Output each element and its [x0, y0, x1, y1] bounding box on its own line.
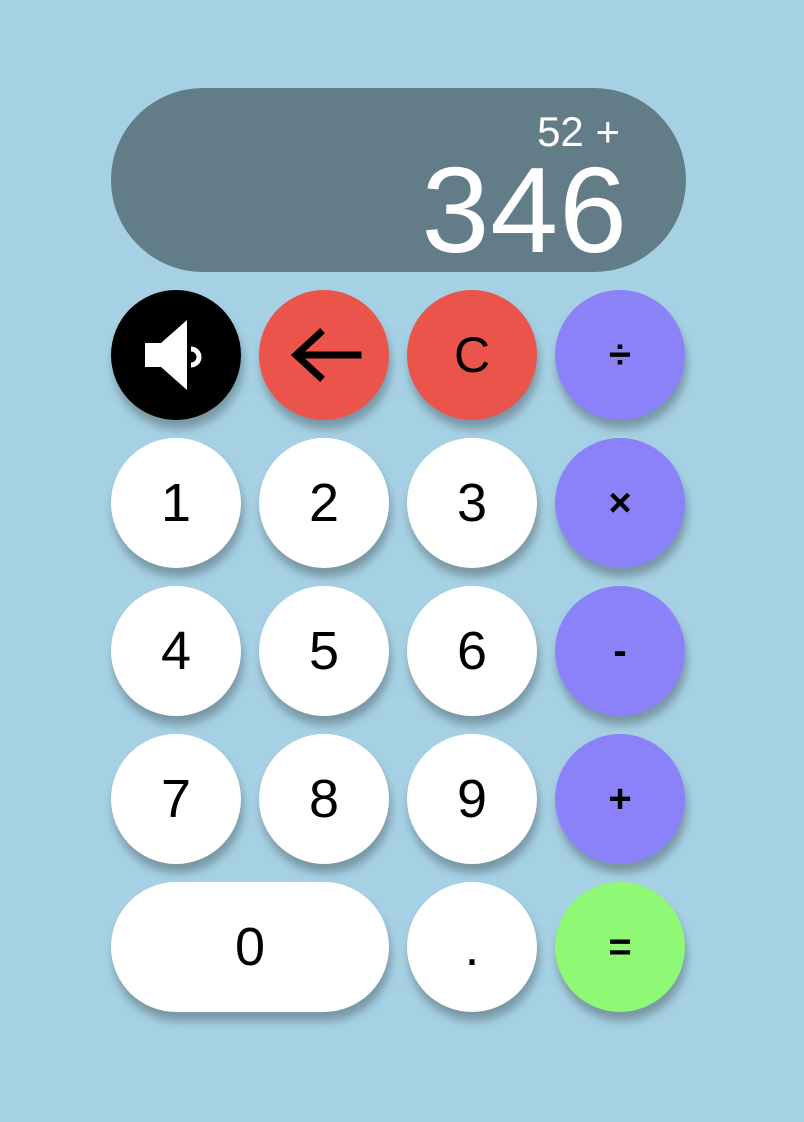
add-button[interactable]: +: [555, 734, 685, 864]
digit-3-button[interactable]: 3: [407, 438, 537, 568]
backspace-button[interactable]: [259, 290, 389, 420]
equals-button[interactable]: =: [555, 882, 685, 1012]
calculator-display: 52 + 346: [111, 88, 686, 278]
clear-button[interactable]: C: [407, 290, 537, 420]
digit-9-button[interactable]: 9: [407, 734, 537, 864]
multiply-button[interactable]: ×: [555, 438, 685, 568]
digit-4-button[interactable]: 4: [111, 586, 241, 716]
digit-7-button[interactable]: 7: [111, 734, 241, 864]
value-readout: 346: [421, 142, 628, 278]
divide-button[interactable]: ÷: [555, 290, 685, 420]
digit-8-button[interactable]: 8: [259, 734, 389, 864]
calculator-app: 52 + 346 C ÷ 1 2 3 × 4 5 6 - 7 8 9 + 0 .: [0, 0, 804, 1122]
digit-1-button[interactable]: 1: [111, 438, 241, 568]
speaker-icon: [141, 315, 211, 395]
digit-0-button[interactable]: 0: [111, 882, 389, 1012]
decimal-button[interactable]: .: [407, 882, 537, 1012]
arrow-left-icon: [286, 327, 362, 383]
digit-2-button[interactable]: 2: [259, 438, 389, 568]
digit-5-button[interactable]: 5: [259, 586, 389, 716]
sound-toggle-button[interactable]: [111, 290, 241, 420]
subtract-button[interactable]: -: [555, 586, 685, 716]
digit-6-button[interactable]: 6: [407, 586, 537, 716]
